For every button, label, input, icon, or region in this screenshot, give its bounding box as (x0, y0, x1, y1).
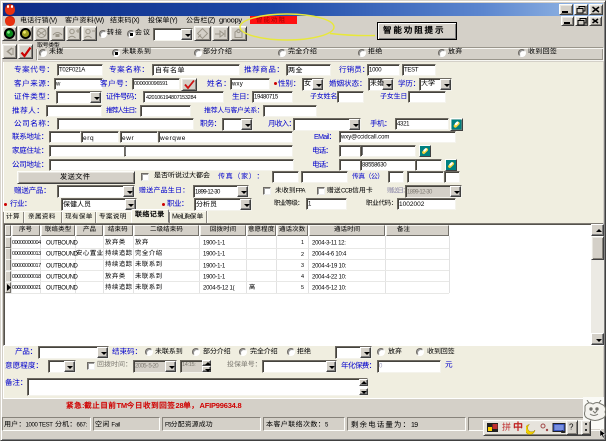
svg-text:F5: F5 (165, 422, 172, 428)
svg-text:AFIP99634.8: AFIP99634.8 (200, 401, 242, 410)
svg-text:2004-5-12 1(: 2004-5-12 1( (203, 286, 235, 292)
svg-text:00000000004: 00000000004 (12, 240, 41, 246)
svg-text:4: 4 (301, 274, 304, 280)
svg-text:FPA: FPA (295, 188, 305, 194)
svg-text:1000: 1000 (369, 68, 382, 74)
svg-text:2004-4-22 10:: 2004-4-22 10: (312, 274, 347, 280)
svg-text:4321: 4321 (397, 121, 410, 127)
svg-text:EMail: EMail (314, 134, 330, 141)
svg-text:2005- 5-20: 2005- 5-20 (135, 364, 159, 370)
svg-text:wxy: wxy (231, 81, 243, 87)
svg-text:420106194807153284: 420106194807153284 (146, 95, 196, 101)
svg-text:19480715: 19480715 (254, 95, 279, 101)
svg-text:erq: erq (83, 135, 94, 142)
svg-text:1900-1-1: 1900-1-1 (203, 274, 226, 280)
svg-text:1900-1-1: 1900-1-1 (203, 252, 226, 258)
svg-text:2004-4-6 10:4: 2004-4-6 10:4 (312, 252, 347, 258)
svg-text:19: 19 (411, 422, 418, 429)
svg-text:OUTBOUND: OUTBOUND (46, 263, 79, 269)
svg-text:00000000017: 00000000017 (12, 263, 41, 269)
svg-text:667:: 667: (77, 422, 88, 428)
svg-text::: : (82, 401, 84, 410)
svg-text:werqwe: werqwe (159, 135, 186, 142)
svg-text:00000000021: 00000000021 (12, 285, 41, 291)
svg-text:1002002: 1002002 (399, 201, 425, 208)
svg-text:MeiLife: MeiLife (172, 213, 191, 220)
svg-text:T02F021A: T02F021A (59, 68, 85, 74)
svg-text:5: 5 (325, 422, 329, 428)
svg-text:1: 1 (308, 202, 312, 208)
svg-text:w: w (55, 81, 61, 87)
svg-text:OUTBOUND: OUTBOUND (46, 274, 79, 280)
svg-text:?: ? (569, 422, 574, 431)
svg-text:14:15:: 14:15: (182, 362, 196, 368)
svg-text:0: 0 (379, 364, 383, 370)
svg-text:5: 5 (301, 285, 304, 291)
svg-text:00000000013: 00000000013 (12, 251, 41, 257)
svg-text:CCB: CCB (341, 188, 352, 194)
svg-text:1899-12-30: 1899-12-30 (195, 189, 221, 195)
svg-text:ewr: ewr (122, 135, 135, 142)
svg-text:1900-1-1: 1900-1-1 (203, 263, 226, 269)
svg-text:OUTBOUND: OUTBOUND (46, 241, 79, 247)
svg-text:OUTBOUND: OUTBOUND (46, 286, 79, 292)
svg-text:1899-12-30: 1899-12-30 (407, 189, 433, 195)
svg-text:28: 28 (176, 401, 184, 410)
svg-text:3: 3 (301, 263, 304, 269)
svg-text:1000 TEST: 1000 TEST (26, 422, 54, 428)
svg-text:OUTBOUND: OUTBOUND (46, 252, 79, 258)
svg-text:00000000018: 00000000018 (12, 274, 41, 280)
svg-text:88558630: 88558630 (362, 162, 387, 168)
svg-text:Fail: Fail (110, 422, 120, 428)
svg-text:1: 1 (301, 240, 304, 246)
svg-text:2004-5-12 10:: 2004-5-12 10: (312, 286, 347, 292)
svg-text:wxy@ccidcall.com: wxy@ccidcall.com (340, 135, 389, 141)
svg-text:000000096591: 000000096591 (134, 81, 168, 87)
svg-text:TM: TM (117, 401, 127, 410)
svg-text:2004-3-11 12:: 2004-3-11 12: (312, 240, 346, 246)
svg-text:2: 2 (301, 252, 304, 258)
svg-text:1900-1-1: 1900-1-1 (203, 240, 226, 246)
svg-text:2004-4-19 10:: 2004-4-19 10: (312, 263, 347, 269)
svg-text:TEST: TEST (404, 68, 419, 74)
